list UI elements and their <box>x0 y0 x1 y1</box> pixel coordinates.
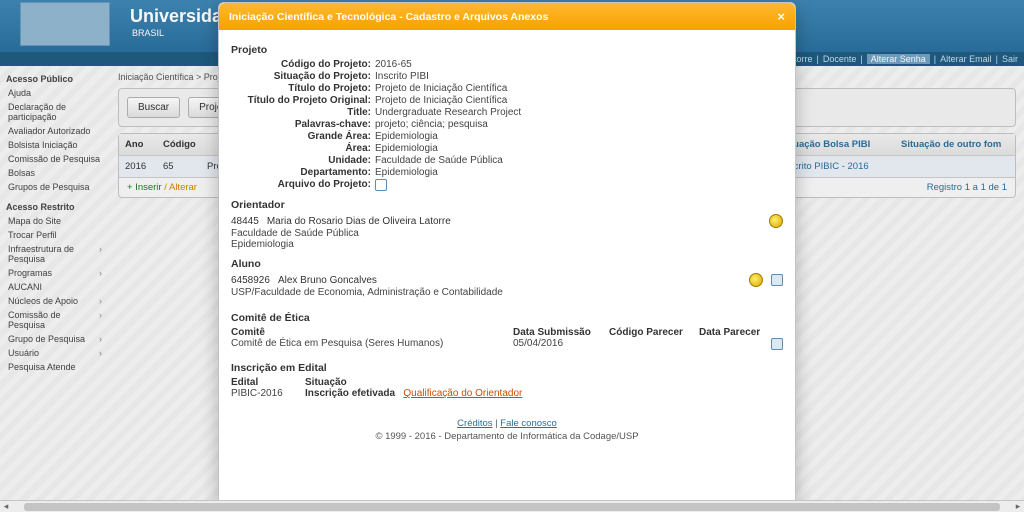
td-situacao: Inscrição efetivada Qualificação do Orie… <box>305 388 783 399</box>
aluno-id: 6458926 <box>231 275 270 286</box>
card-icon[interactable] <box>771 274 783 286</box>
field-label: Departamento: <box>231 167 375 178</box>
modal-title-text: Iniciação Científica e Tecnológica - Cad… <box>229 11 548 23</box>
th-codigo-parecer: Código Parecer <box>609 327 699 338</box>
aluno-vinculo: USP/Faculdade de Economia, Administração… <box>231 287 783 298</box>
modal-titlebar: Iniciação Científica e Tecnológica - Cad… <box>219 3 795 30</box>
orientador-unidade: Faculdade de Saúde Pública <box>231 228 783 239</box>
modal-dialog: Iniciação Científica e Tecnológica - Cad… <box>218 2 796 510</box>
field-label: Código do Projeto: <box>231 59 375 70</box>
document-icon[interactable] <box>771 338 783 350</box>
td-comite: Comitê de Ética em Pesquisa (Seres Human… <box>231 338 513 349</box>
field-value: Inscrito PIBI <box>375 71 783 82</box>
field-value: Undergraduate Research Project <box>375 107 783 118</box>
field-label: Área: <box>231 143 375 154</box>
field-value: Epidemiologia <box>375 167 783 178</box>
section-orientador: Orientador <box>231 199 783 211</box>
field-value: Projeto de Iniciação Científica <box>375 95 783 106</box>
th-edital: Edital <box>231 377 295 388</box>
field-label: Título do Projeto: <box>231 83 375 94</box>
field-row: Arquivo do Projeto: <box>231 179 783 191</box>
field-row: Área:Epidemiologia <box>231 143 783 154</box>
field-row: Situação do Projeto:Inscrito PIBI <box>231 71 783 82</box>
field-row: Grande Área:Epidemiologia <box>231 131 783 142</box>
aluno-nome: Alex Bruno Goncalves <box>278 275 741 286</box>
field-label: Palavras-chave: <box>231 119 375 130</box>
modal-footer: Créditos | Fale conosco © 1999 - 2016 - … <box>231 417 783 444</box>
orientador-nome: Maria do Rosario Dias de Oliveira Latorr… <box>267 216 761 227</box>
aluno-row: 6458926 Alex Bruno Goncalves <box>231 273 783 287</box>
scroll-left-icon[interactable]: ◂ <box>0 501 12 512</box>
section-aluno: Aluno <box>231 258 783 270</box>
orientador-row: 48445 Maria do Rosario Dias de Oliveira … <box>231 214 783 228</box>
qualificacao-link[interactable]: Qualificação do Orientador <box>403 388 522 399</box>
scroll-thumb[interactable] <box>24 503 1000 511</box>
th-comite: Comitê <box>231 327 513 338</box>
field-row: Unidade:Faculdade de Saúde Pública <box>231 155 783 166</box>
field-row: Palavras-chave:projeto; ciência; pesquis… <box>231 119 783 130</box>
status-icon[interactable] <box>769 214 783 228</box>
orientador-depto: Epidemiologia <box>231 239 783 250</box>
section-projeto: Projeto <box>231 44 783 56</box>
fale-conosco-link[interactable]: Fale conosco <box>500 418 557 429</box>
td-edital: PIBIC-2016 <box>231 388 295 399</box>
field-value: Projeto de Iniciação Científica <box>375 83 783 94</box>
copyright: © 1999 - 2016 - Departamento de Informát… <box>375 431 638 442</box>
field-label: Situação do Projeto: <box>231 71 375 82</box>
section-comite: Comitê de Ética <box>231 312 783 324</box>
field-row: Título do Projeto Original:Projeto de In… <box>231 95 783 106</box>
modal-body: Projeto Código do Projeto:2016-65Situaçã… <box>219 30 795 509</box>
th-data-sub: Data Submissão <box>513 327 609 338</box>
field-row: Title:Undergraduate Research Project <box>231 107 783 118</box>
field-label: Grande Área: <box>231 131 375 142</box>
field-value: Epidemiologia <box>375 143 783 154</box>
field-value: Faculdade de Saúde Pública <box>375 155 783 166</box>
field-value: 2016-65 <box>375 59 783 70</box>
field-value: Epidemiologia <box>375 131 783 142</box>
field-row: Código do Projeto:2016-65 <box>231 59 783 70</box>
field-value <box>375 179 783 191</box>
horizontal-scrollbar[interactable]: ◂ ▸ <box>0 500 1024 512</box>
creditos-link[interactable]: Créditos <box>457 418 492 429</box>
field-label: Title: <box>231 107 375 118</box>
field-value: projeto; ciência; pesquisa <box>375 119 783 130</box>
field-row: Departamento:Epidemiologia <box>231 167 783 178</box>
orientador-id: 48445 <box>231 216 259 227</box>
td-data-sub: 05/04/2016 <box>513 338 609 349</box>
field-label: Arquivo do Projeto: <box>231 179 375 191</box>
situacao-value: Inscrição efetivada <box>305 388 395 399</box>
field-label: Unidade: <box>231 155 375 166</box>
file-icon[interactable] <box>375 179 387 191</box>
th-data-parecer: Data Parecer <box>699 327 783 338</box>
field-row: Título do Projeto:Projeto de Iniciação C… <box>231 83 783 94</box>
section-inscricao: Inscrição em Edital <box>231 362 783 374</box>
field-label: Título do Projeto Original: <box>231 95 375 106</box>
th-situacao: Situação <box>305 377 783 388</box>
td-data-parecer <box>699 338 783 350</box>
status-icon[interactable] <box>749 273 763 287</box>
close-icon[interactable]: × <box>777 9 785 24</box>
scroll-right-icon[interactable]: ▸ <box>1012 501 1024 512</box>
